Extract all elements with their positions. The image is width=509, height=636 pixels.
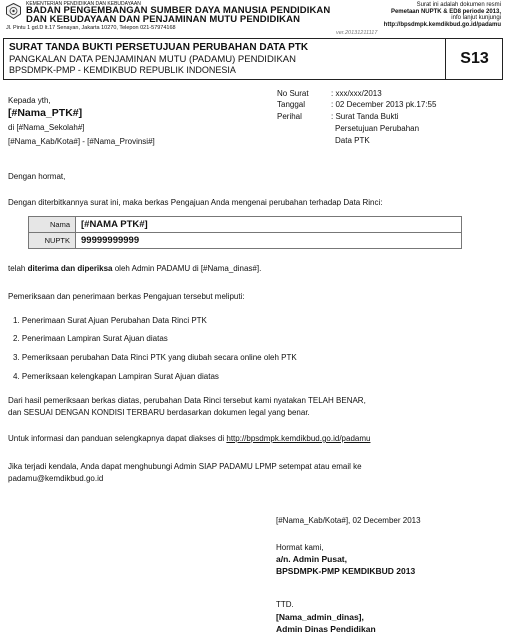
intro-paragraph: Dengan diterbitkannya surat ini, maka be… [8,198,383,207]
letter-date-value: : 02 December 2013 pk.17:55 [331,100,437,109]
letter-subject-value-2: Persetujuan Perubahan [335,124,420,133]
document-subtitle-1: PANGKALAN DATA PENJAMINAN MUTU (PADAMU) … [9,54,296,65]
document-title: SURAT TANDA BUKTI PERSETUJUAN PERUBAHAN … [9,42,309,53]
table-value-nuptk: 99999999999 [75,232,462,249]
recipient-school: di [#Nama_Sekolah#] [8,123,85,132]
list-item: 3. Pemeriksaan perubahan Data Rinci PTK … [13,353,297,362]
received-prefix: telah [8,264,28,273]
letter-number-value: : xxx/xxx/2013 [331,89,382,98]
letter-subject-value-1: : Surat Tanda Bukti [331,112,399,121]
letter-date-label: Tanggal [277,100,306,109]
info-line: Untuk informasi dan panduan selengkapnya… [8,434,370,444]
received-statement: telah diterima dan diperiksa oleh Admin … [8,264,261,274]
table-label-nuptk: NUPTK [28,232,76,249]
signature-ttd: TTD. [276,600,294,609]
result-line-2: dan SESUAI DENGAN KONDISI TERBARU berdas… [8,408,310,417]
received-bold: diterima dan diperiksa [27,264,113,273]
signature-on-behalf: a/n. Admin Pusat, [276,554,348,564]
signature-place-date: [#Nama_Kab/Kota#], 02 December 2013 [276,516,421,525]
table-row: Nama [#NAMA PTK#] [28,216,462,233]
signature-regards: Hormat kami, [276,543,324,552]
signature-org: BPSDMPK-PMP KEMDIKBUD 2013 [276,566,416,576]
recipient-region: [#Nama_Kab/Kota#] - [#Nama_Provinsi#] [8,137,155,146]
title-box: SURAT TANDA BUKTI PERSETUJUAN PERUBAHAN … [3,38,503,80]
letter-subject-label: Perihal [277,112,302,121]
version-stamp: ver.20131211117 [336,30,378,36]
salutation: Kepada yth, [8,96,51,105]
ministry-logo-icon [6,2,21,20]
received-suffix: oleh Admin PADAMU di [#Nama_dinas#]. [112,264,262,273]
ptk-data-table: Nama [#NAMA PTK#] NUPTK 99999999999 [28,216,462,249]
table-label-nama: Nama [28,216,76,233]
list-item: 1. Penerimaan Surat Ajuan Perubahan Data… [13,316,207,325]
letter-subject-value-3: Data PTK [335,136,370,145]
recipient-name: [#Nama_PTK#] [8,107,83,119]
result-line-1: Dari hasil pemeriksaan berkas diatas, pe… [8,396,366,405]
padamu-link[interactable]: http://bpsdmpk.kemdikbud.go.id/padamu [226,434,370,443]
contact-line-1: Jika terjadi kendala, Anda dapat menghub… [8,462,362,471]
table-row: NUPTK 99999999999 [28,232,462,249]
agency-line-2: DAN KEBUDAYAAN DAN PENJAMINAN MUTU PENDI… [26,14,301,25]
checks-intro: Pemeriksaan dan penerimaan berkas Pengaj… [8,292,245,301]
info-prefix: Untuk informasi dan panduan selengkapnya… [8,434,227,443]
table-value-nama: [#NAMA PTK#] [75,216,462,233]
header-note-line-4: http://bpsdmpk.kemdikbud.go.id/padamu [383,21,501,28]
greeting: Dengan hormat, [8,172,66,181]
signature-admin-name: [Nama_admin_dinas], [276,612,364,622]
agency-address: Jl. Pintu 1 gd.D lt.17 Senayan, Jakarta … [6,25,176,31]
form-code: S13 [445,38,503,80]
signature-admin-title: Admin Dinas Pendidikan [276,624,376,634]
contact-email[interactable]: padamu@kemdikbud.go.id [8,474,103,484]
list-item: 4. Pemeriksaan kelengkapan Lampiran Sura… [13,372,219,381]
letter-number-label: No Surat [277,89,309,98]
list-item: 2. Penerimaan Lampiran Surat Ajuan diata… [13,334,168,343]
document-subtitle-2: BPSDMPK-PMP - KEMDIKBUD REPUBLIK INDONES… [9,65,236,75]
header-note: Surat ini adalah dokumen resmi Pemetaan … [301,2,501,28]
